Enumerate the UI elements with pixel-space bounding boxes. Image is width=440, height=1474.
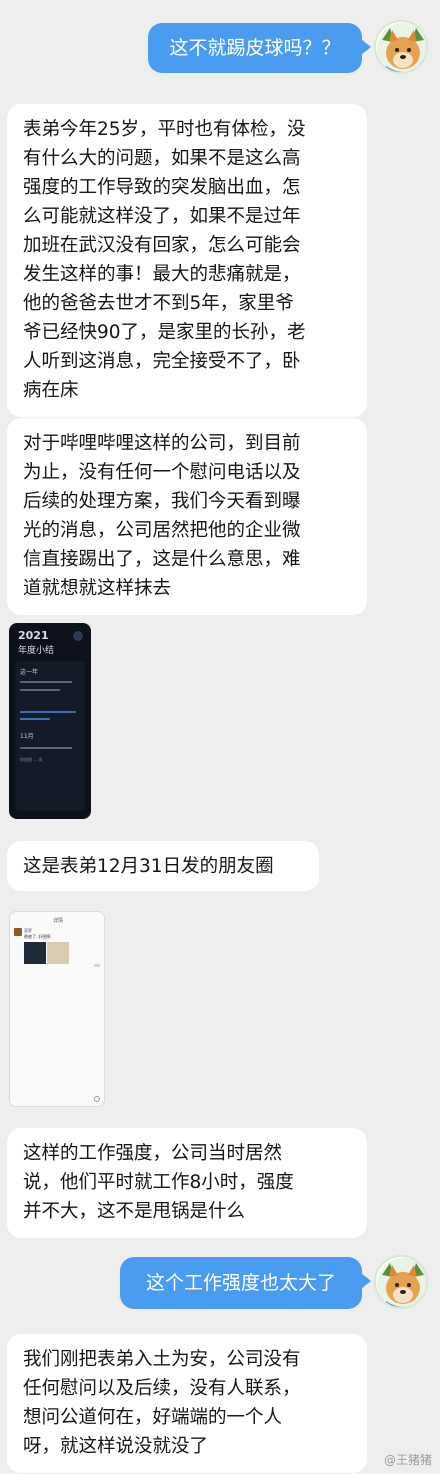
message-bubble-incoming[interactable]: 表弟今年25岁，平时也有体检，没 有什么大的问题，如果不是这么高 强度的工作导致… [7, 104, 367, 417]
dog-avatar-icon [377, 1258, 426, 1307]
dog-avatar-icon [377, 23, 426, 72]
summary-text-line [20, 711, 76, 713]
summary-line-label: 这一年 [20, 669, 39, 676]
summary-tiny-text: 你加班 ... 次 [20, 757, 43, 762]
moments-photo [47, 942, 69, 964]
image-thumbnail-moments[interactable]: 详情 菠萝 熬夜了, 好困啊 [9, 911, 105, 1107]
summary-text-line [20, 718, 50, 720]
summary-text-line [20, 681, 72, 683]
message-bubble-outgoing[interactable]: 这个工作强度也太大了 [120, 1257, 371, 1309]
message-bubble-incoming[interactable]: 我们刚把表弟入土为安，公司没有 任何慰问以及后续，没有人联系， 想问公道何在，好… [7, 1334, 367, 1473]
message-bubble-incoming[interactable]: 这样的工作强度，公司当时居然 说，他们平时就工作8小时，强度 并不大，这不是甩锅… [7, 1128, 367, 1238]
summary-title: 年度小结 [18, 646, 55, 656]
summary-text-line [20, 747, 72, 749]
avatar-user[interactable] [374, 20, 428, 74]
summary-dot [73, 631, 83, 641]
image-thumbnail-annual-summary[interactable]: 2021 年度小结 这一年 11月 你加班 ... 次 [9, 623, 91, 819]
summary-text-line [20, 689, 60, 691]
summary-month-label: 11月 [20, 733, 34, 740]
moments-text: 熬夜了, 好困啊 [24, 934, 51, 939]
message-bubble-incoming[interactable]: 对于哔哩哔哩这样的公司，到目前 为止，没有任何一个慰问电话以及 后续的处理方案，… [7, 418, 367, 615]
moments-avatar [14, 928, 22, 936]
moments-more-icon [94, 964, 100, 967]
message-bubble-incoming[interactable]: 这是表弟12月31日发的朋友圈 [7, 841, 319, 891]
moments-header: 详情 [52, 918, 63, 924]
message-bubble-outgoing[interactable]: 这不就踢皮球吗？？ [148, 23, 371, 73]
moments-photo [24, 942, 46, 964]
moments-settings-icon [94, 1096, 100, 1102]
watermark: @王猪猪 [383, 1453, 432, 1467]
avatar-user[interactable] [374, 1255, 428, 1309]
summary-year: 2021 [18, 629, 49, 642]
